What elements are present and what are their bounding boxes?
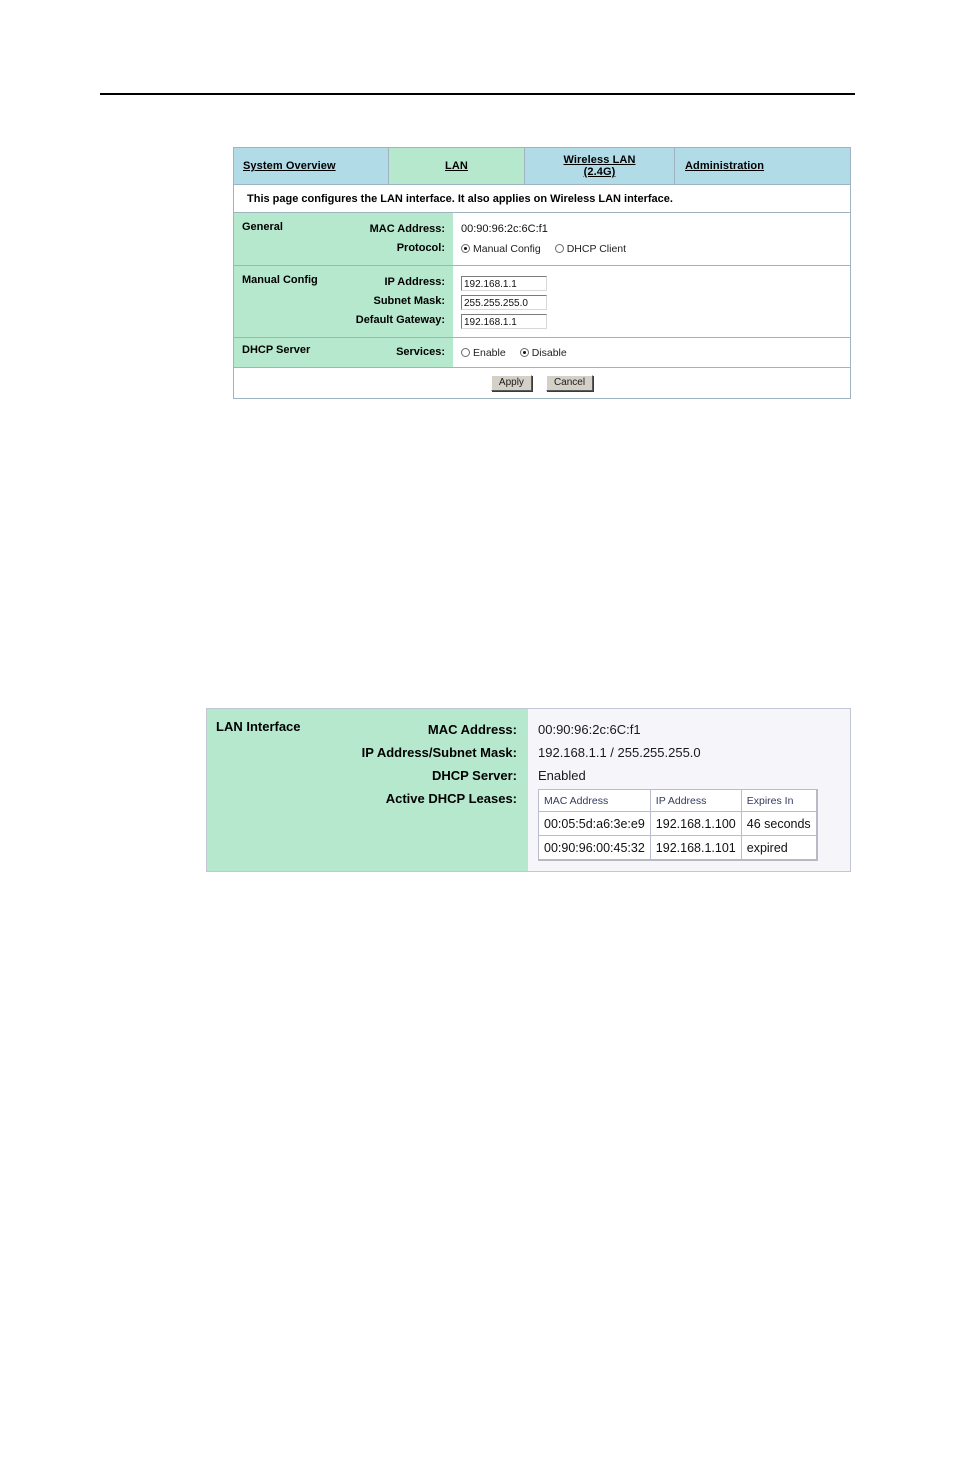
table-row: 00:90:96:00:45:32 192.168.1.101 expired [538,835,818,861]
tab-lan-label: LAN [445,160,468,172]
dhcp-server-section-title: DHCP Server [242,344,311,356]
general-section-title: General [242,221,283,233]
status-panel-title: LAN Interface [216,719,301,734]
tab-administration[interactable]: Administration [675,148,850,184]
col-mac-address: MAC Address [538,789,651,812]
manual-config-section: Manual Config IP Address: Subnet Mask: D… [234,266,850,338]
col-ip-address: IP Address [649,789,742,812]
dhcp-server-section: DHCP Server Services: Enable Disable [234,338,850,368]
protocol-option-manual-config-label: Manual Config [473,242,541,255]
services-option-disable-label: Disable [531,346,567,359]
lease-ip-address: 192.168.1.100 [649,811,742,836]
apply-button[interactable]: Apply [490,375,532,391]
form-actions: Apply Cancel [234,368,850,398]
protocol-option-dhcp-client-label: DHCP Client [566,242,627,255]
lease-expires-in: 46 seconds [740,811,818,836]
subnet-mask-row: 255.255.255.0 [461,292,850,311]
services-radio-group: Enable Disable [461,343,850,362]
radio-icon[interactable] [461,348,470,357]
dhcp-server-label-column: DHCP Server Services: [234,338,453,367]
status-dhcp-server-label: DHCP Server: [431,768,517,783]
status-mac-address-value: 00:90:96:2c:6C:f1 [538,722,641,737]
status-ip-subnet-label: IP Address/Subnet Mask: [361,745,517,760]
default-gateway-label: Default Gateway: [355,314,445,326]
table-header-row: MAC Address IP Address Expires In [538,789,818,812]
lease-mac-address: 00:90:96:00:45:32 [538,835,651,861]
default-gateway-input[interactable]: 192.168.1.1 [461,313,547,329]
col-expires-in: Expires In [740,789,818,812]
status-value-column: 00:90:96:2c:6C:f1 192.168.1.1 / 255.255.… [528,709,850,871]
cancel-button[interactable]: Cancel [545,375,594,391]
protocol-option-dhcp-client[interactable]: DHCP Client [554,242,627,255]
protocol-option-manual-config[interactable]: Manual Config [461,243,541,255]
protocol-label: Protocol: [396,242,445,254]
page-divider-rule [100,93,855,95]
tab-wireless-lan-label: Wireless LAN (2.4G) [563,154,636,178]
tab-wireless-lan[interactable]: Wireless LAN (2.4G) [525,148,675,184]
mac-address-value: 00:90:96:2c:6C:f1 [461,223,548,235]
tab-administration-label: Administration [685,160,765,172]
status-label-column: LAN Interface MAC Address: IP Address/Su… [207,709,528,871]
radio-icon[interactable] [461,244,470,253]
subnet-mask-label: Subnet Mask: [373,295,445,307]
subnet-mask-input[interactable]: 255.255.255.0 [461,294,547,310]
status-ip-subnet-value: 192.168.1.1 / 255.255.255.0 [538,745,701,760]
tab-lan[interactable]: LAN [389,148,525,184]
dhcp-server-value-column: Enable Disable [453,338,850,367]
general-label-column: General MAC Address: Protocol: [234,213,453,265]
page-description-text: This page configures the LAN interface. … [247,192,673,205]
services-option-enable-label: Enable [473,346,506,359]
ip-address-row: 192.168.1.1 [461,273,850,292]
manual-config-section-title: Manual Config [242,274,318,286]
lan-interface-status-panel: LAN Interface MAC Address: IP Address/Su… [206,708,851,872]
lease-ip-address: 192.168.1.101 [649,835,742,861]
status-active-leases-label: Active DHCP Leases: [385,791,517,806]
default-gateway-row: 192.168.1.1 [461,311,850,330]
tab-system-overview[interactable]: System Overview [234,148,389,184]
tab-bar: System Overview LAN Wireless LAN (2.4G) … [234,148,850,185]
radio-icon[interactable] [554,244,564,253]
lease-mac-address: 00:05:5d:a6:3e:e9 [538,811,651,836]
services-option-disable[interactable]: Disable [519,346,567,359]
manual-config-label-column: Manual Config IP Address: Subnet Mask: D… [234,266,453,337]
page-description: This page configures the LAN interface. … [234,185,850,213]
table-row: 00:05:5d:a6:3e:e9 192.168.1.100 46 secon… [538,811,818,836]
protocol-radio-group: Manual Config DHCP Client [461,239,850,258]
manual-config-value-column: 192.168.1.1 255.255.255.0 192.168.1.1 [453,266,850,337]
lease-expires-in: expired [740,835,818,861]
active-dhcp-leases-table: MAC Address IP Address Expires In 00:05:… [538,789,818,861]
lan-config-panel: System Overview LAN Wireless LAN (2.4G) … [233,147,851,399]
services-option-enable[interactable]: Enable [461,347,506,359]
general-section: General MAC Address: Protocol: 00:90:96:… [234,213,850,266]
general-value-column: 00:90:96:2c:6C:f1 Manual Config DHCP Cli… [453,213,850,265]
status-dhcp-server-value: Enabled [538,768,586,783]
ip-address-input[interactable]: 192.168.1.1 [461,275,547,291]
tab-system-overview-label: System Overview [243,160,336,172]
radio-icon[interactable] [519,348,529,357]
